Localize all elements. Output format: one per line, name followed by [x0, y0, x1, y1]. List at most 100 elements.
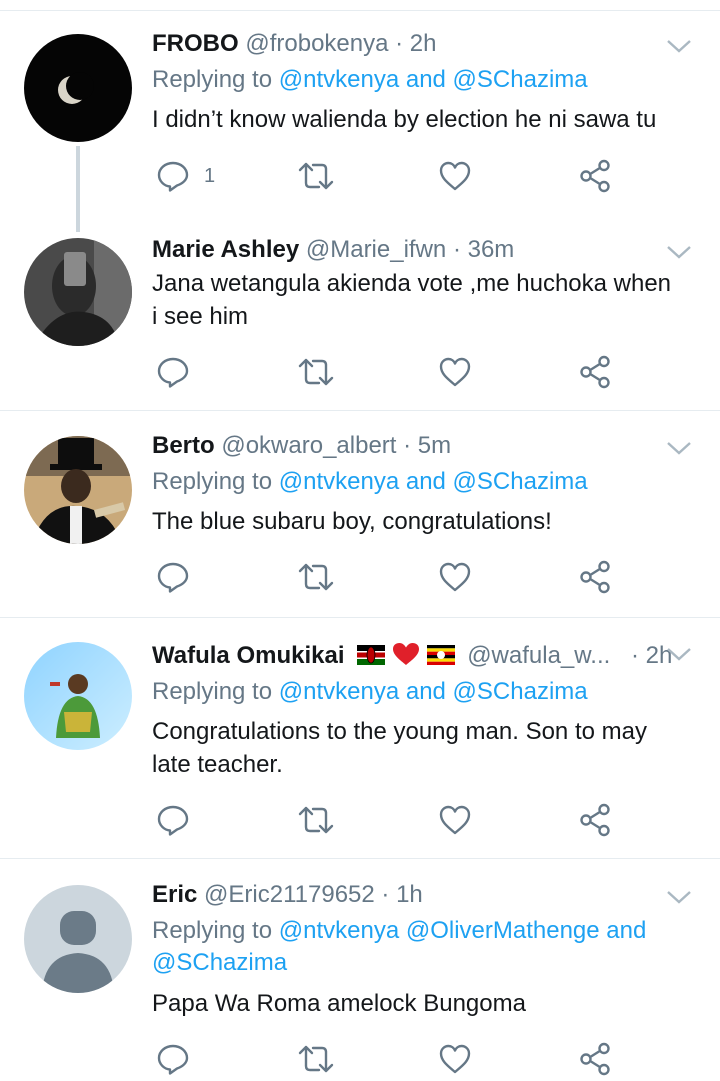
reply-mentions[interactable]: @ntvkenya and @SChazima — [279, 678, 588, 705]
replying-to: Replying to @ntvkenya and @SChazima — [152, 466, 692, 498]
like-button[interactable] — [438, 1041, 472, 1077]
replying-to-label: Replying to — [152, 468, 279, 495]
replying-to-label: Replying to — [152, 678, 279, 705]
user-handle[interactable]: @Eric21179652 — [204, 881, 375, 908]
like-button[interactable] — [438, 559, 472, 595]
reply-icon — [157, 161, 189, 192]
replying-to: Replying to @ntvkenya and @SChazima — [152, 676, 692, 708]
retweet-button[interactable] — [298, 1041, 334, 1077]
share-icon — [580, 560, 610, 594]
replying-to: Replying to @ntvkenya and @SChazima — [152, 64, 692, 96]
tweet-text-line: late teacher. — [152, 751, 283, 778]
retweet-icon — [298, 1045, 334, 1073]
share-icon — [580, 1042, 610, 1076]
display-name[interactable]: Eric — [152, 881, 197, 908]
tweet-marie-ashley[interactable]: Marie Ashley @Marie_ifwn · 36m Jana weta… — [0, 220, 720, 410]
tweet-actions — [152, 1041, 632, 1081]
tweet-header: Berto @okwaro_albert · 5m — [152, 432, 451, 460]
user-handle[interactable]: @wafula_w... — [467, 642, 610, 669]
like-button[interactable] — [438, 158, 472, 194]
share-button[interactable] — [578, 158, 612, 194]
reply-icon — [157, 357, 189, 388]
chevron-down-icon[interactable] — [664, 36, 694, 56]
reply-mentions[interactable]: @ntvkenya and @SChazima — [279, 468, 588, 495]
reply-mentions[interactable]: @SChazima — [152, 947, 692, 979]
reply-icon — [157, 1044, 189, 1075]
chevron-down-icon[interactable] — [664, 644, 694, 664]
tweet-actions — [152, 354, 632, 394]
retweet-icon — [298, 563, 334, 591]
tweet-header: Marie Ashley @Marie_ifwn · 36m — [152, 236, 514, 264]
share-button[interactable] — [578, 802, 612, 838]
timestamp[interactable]: · 1h — [381, 881, 422, 908]
reply-button[interactable]: 1 — [156, 158, 215, 194]
replying-to: Replying to @ntvkenya @OliverMathenge an… — [152, 915, 692, 979]
like-icon — [439, 562, 471, 592]
tweet-berto[interactable]: Berto @okwaro_albert · 5m Replying to @n… — [0, 411, 720, 617]
like-button[interactable] — [438, 802, 472, 838]
chevron-down-icon[interactable] — [664, 438, 694, 458]
reply-button[interactable] — [156, 802, 190, 838]
share-icon — [580, 803, 610, 837]
tweet-eric[interactable]: Eric @Eric21179652 · 1h Replying to @ntv… — [0, 859, 720, 1076]
user-handle[interactable]: @Marie_ifwn — [306, 236, 446, 263]
avatar-marie-ashley[interactable] — [24, 238, 132, 346]
retweet-button[interactable] — [298, 559, 334, 595]
red-heart-icon — [392, 642, 420, 666]
user-handle[interactable]: @frobokenya — [245, 30, 388, 57]
timestamp[interactable]: · 2h — [395, 30, 436, 57]
like-icon — [439, 357, 471, 387]
replying-to-label: Replying to — [152, 66, 279, 93]
like-icon — [439, 805, 471, 835]
tweet-wafula-omukikai[interactable]: Wafula Omukikai @wafula_w... · 2h Replyi… — [0, 618, 720, 858]
reply-icon — [157, 562, 189, 593]
flag-kenya-icon — [357, 644, 386, 665]
tweet-frobo[interactable]: FROBO @frobokenya · 2h Replying to @ntvk… — [0, 0, 720, 220]
display-name[interactable]: Wafula Omukikai — [152, 642, 345, 669]
tweet-header: Wafula Omukikai @wafula_w... · 2h — [152, 642, 672, 670]
share-button[interactable] — [578, 1041, 612, 1077]
retweet-icon — [298, 162, 334, 190]
tweet-actions — [152, 559, 632, 599]
tweet-header: FROBO @frobokenya · 2h — [152, 30, 436, 58]
reply-button[interactable] — [156, 559, 190, 595]
reply-button[interactable] — [156, 1041, 190, 1077]
display-name[interactable]: Marie Ashley — [152, 236, 299, 263]
avatar-frobo[interactable] — [24, 34, 132, 142]
reply-mentions[interactable]: @ntvkenya and @SChazima — [279, 66, 588, 93]
display-name[interactable]: Berto — [152, 432, 215, 459]
share-icon — [580, 355, 610, 389]
share-button[interactable] — [578, 354, 612, 390]
display-name[interactable]: FROBO — [152, 30, 239, 57]
tweet-actions — [152, 802, 632, 842]
timestamp[interactable]: · 5m — [403, 432, 451, 459]
avatar-berto[interactable] — [24, 436, 132, 544]
tweet-text: Papa Wa Roma amelock Bungoma — [152, 990, 526, 1017]
retweet-button[interactable] — [298, 354, 334, 390]
tweet-actions: 1 — [152, 158, 632, 198]
share-button[interactable] — [578, 559, 612, 595]
reply-icon — [157, 805, 189, 836]
avatar-eric[interactable] — [24, 885, 132, 993]
tweet-text-line: i see him — [152, 303, 249, 330]
tweet-text-line: Congratulations to the young man. Son to… — [152, 718, 647, 745]
reply-mentions[interactable]: @ntvkenya @OliverMathenge and — [279, 917, 647, 944]
like-icon — [439, 161, 471, 191]
tweet-text: The blue subaru boy, congratulations! — [152, 508, 552, 535]
chevron-down-icon[interactable] — [664, 887, 694, 907]
chevron-down-icon[interactable] — [664, 242, 694, 262]
retweet-icon — [298, 806, 334, 834]
flag-uganda-icon — [426, 644, 455, 665]
tweet-text: Congratulations to the young man. Son to… — [152, 715, 700, 781]
retweet-button[interactable] — [298, 158, 334, 194]
retweet-button[interactable] — [298, 802, 334, 838]
timestamp[interactable]: · 36m — [453, 236, 514, 263]
avatar-wafula-omukikai[interactable] — [24, 642, 132, 750]
share-icon — [580, 159, 610, 193]
tweet-text: I didn’t know walienda by election he ni… — [152, 106, 657, 133]
reply-button[interactable] — [156, 354, 190, 390]
reply-count: 1 — [204, 164, 216, 187]
user-handle[interactable]: @okwaro_albert — [221, 432, 396, 459]
retweet-icon — [298, 358, 334, 386]
like-button[interactable] — [438, 354, 472, 390]
